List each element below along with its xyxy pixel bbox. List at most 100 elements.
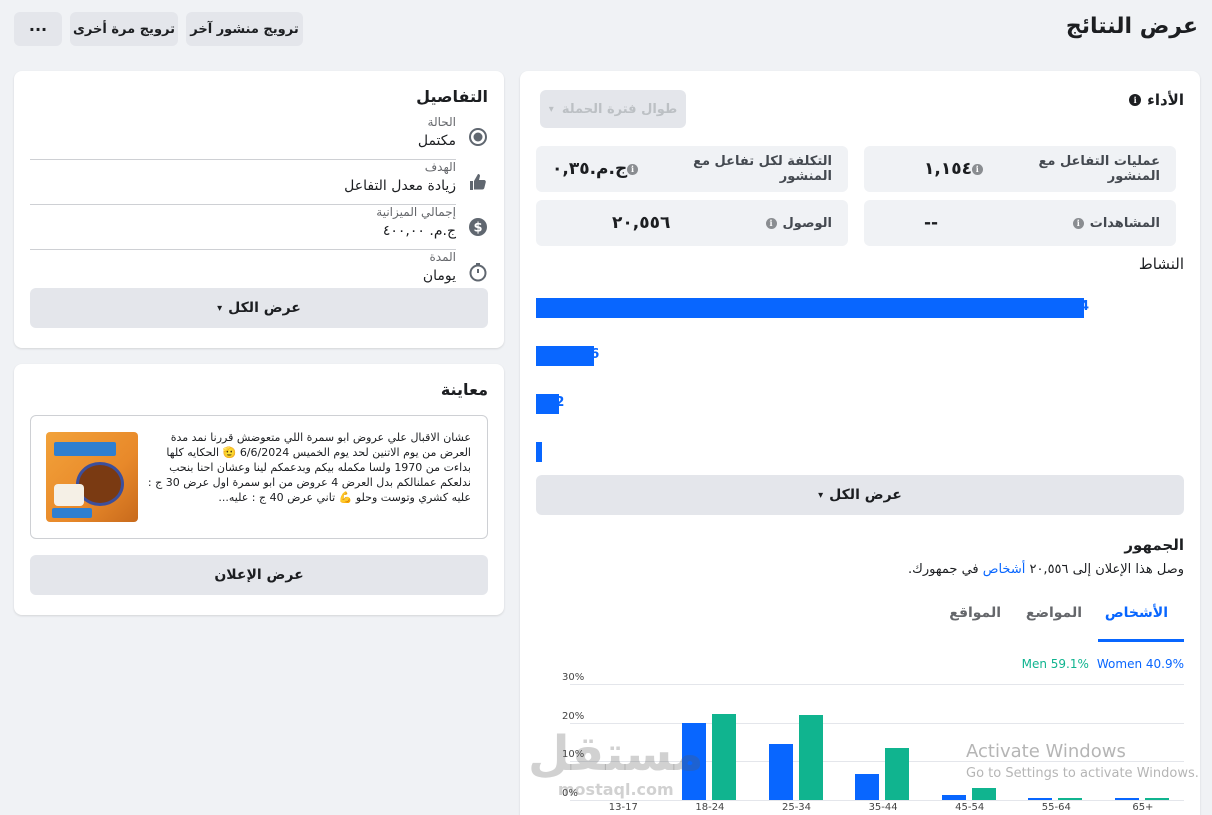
boost-another-post-button[interactable]: ترويج منشور آخر bbox=[186, 12, 303, 46]
svg-text:$: $ bbox=[473, 221, 482, 236]
info-icon[interactable]: i bbox=[627, 163, 638, 175]
detail-value: ج.م. ٤٠٠,٠٠ bbox=[382, 223, 456, 239]
bar-women-65+ bbox=[1114, 798, 1139, 800]
activity-bar bbox=[536, 298, 1084, 318]
gender-legend: Men 59.1% Women 40.9% bbox=[1022, 657, 1184, 671]
timer-icon bbox=[468, 262, 488, 282]
bar-men-65+ bbox=[1144, 798, 1169, 800]
age-gender-chart: 30% 20% 10% 0% 13-17 18-24 25-34 35-44 45-54 55-6… bbox=[562, 672, 1184, 813]
x-tick-label: 25-34 bbox=[781, 802, 812, 813]
metric-label: الوصول bbox=[782, 215, 832, 231]
chevron-down-icon: ▾ bbox=[548, 103, 554, 115]
detail-label: الهدف bbox=[424, 160, 456, 174]
tab-locations[interactable]: المواقع bbox=[949, 605, 1001, 621]
more-options-button[interactable]: ··· bbox=[14, 12, 62, 46]
info-icon[interactable]: i bbox=[971, 163, 983, 175]
bar-men-25-34 bbox=[798, 714, 823, 800]
info-icon[interactable]: i bbox=[765, 217, 777, 229]
metric-reach: الوصول i ٢٠,٥٥٦ bbox=[536, 200, 848, 246]
bar-men-35-44 bbox=[885, 747, 910, 800]
metric-label: عمليات التفاعل مع المنشور bbox=[1038, 154, 1160, 184]
details-title: التفاصيل bbox=[416, 87, 488, 106]
gridline bbox=[570, 722, 1184, 724]
activity-bar-label: 6 bbox=[590, 347, 600, 362]
detail-value: مكتمل bbox=[417, 133, 456, 149]
people-link[interactable]: أشخاص bbox=[983, 562, 1026, 577]
info-icon[interactable]: i bbox=[1072, 217, 1084, 229]
page-title: عرض النتائج bbox=[1065, 14, 1198, 39]
tab-people[interactable]: الأشخاص bbox=[1105, 605, 1168, 621]
metric-value: ج.م.٠,٣٥ bbox=[552, 159, 628, 179]
post-preview[interactable]: عشان الاقبال علي عروض ابو سمرة اللي متعو… bbox=[30, 415, 488, 539]
dollar-icon: $ bbox=[468, 217, 488, 237]
activity-bar bbox=[536, 346, 595, 366]
preview-title: معاينة bbox=[440, 380, 488, 399]
activity-bar-label: 2 bbox=[555, 395, 565, 410]
x-tick-label: 65+ bbox=[1132, 802, 1154, 813]
metric-value: ١,١٥٤ bbox=[924, 159, 972, 179]
details-card: التفاصيل الحالة مكتمل الهدف زيادة معدل ا… bbox=[14, 71, 504, 348]
detail-status: الحالة مكتمل bbox=[30, 115, 488, 160]
detail-value: زيادة معدل التفاعل bbox=[344, 178, 456, 194]
status-icon bbox=[468, 127, 488, 147]
post-text: عشان الاقبال علي عروض ابو سمرة اللي متعو… bbox=[147, 431, 471, 504]
view-ad-button[interactable]: عرض الإعلان bbox=[30, 555, 488, 595]
bar-women-35-44 bbox=[855, 773, 880, 800]
activity-title: النشاط bbox=[1138, 255, 1184, 273]
preview-card: معاينة عشان الاقبال علي عروض ابو سمرة ال… bbox=[14, 364, 504, 615]
view-all-label: عرض الكل bbox=[829, 487, 902, 503]
x-tick-label: 45-54 bbox=[955, 802, 985, 813]
gridline bbox=[570, 800, 1184, 801]
metric-value: -- bbox=[924, 213, 939, 233]
x-tick-label: 13-17 bbox=[608, 802, 638, 813]
detail-label: المدة bbox=[429, 250, 456, 264]
audience-description: وصل هذا الإعلان إلى ٢٠,٥٥٦ أشخاص في جمهو… bbox=[908, 562, 1184, 577]
metric-cost-per-engagement: التكلفة لكل تفاعل مع المنشور i ج.م.٠,٣٥ bbox=[536, 146, 848, 192]
date-range-dropdown[interactable]: طوال فترة الحملة ▾ bbox=[540, 90, 686, 128]
audience-title: الجمهور bbox=[1124, 536, 1184, 554]
chevron-down-icon: ▾ bbox=[217, 302, 223, 314]
view-all-label: عرض الكل bbox=[228, 300, 301, 316]
metric-value: ٢٠,٥٥٦ bbox=[612, 213, 671, 233]
date-range-label: طوال فترة الحملة bbox=[561, 101, 678, 117]
detail-value: يومان bbox=[422, 268, 456, 284]
metric-label: المشاهدات bbox=[1089, 215, 1160, 231]
x-tick-label: 35-44 bbox=[868, 802, 898, 813]
performance-view-all-button[interactable]: عرض الكل ▾ bbox=[536, 475, 1184, 515]
bar-men-18-24 bbox=[711, 713, 736, 800]
bar-women-25-34 bbox=[768, 743, 793, 800]
metric-label: التكلفة لكل تفاعل مع المنشور bbox=[693, 154, 832, 184]
bar-men-45-54 bbox=[971, 787, 996, 800]
info-icon[interactable]: i bbox=[1129, 94, 1142, 106]
thumbs-up-icon bbox=[468, 172, 488, 192]
chevron-down-icon: ▾ bbox=[818, 489, 824, 501]
gridline bbox=[570, 761, 1184, 763]
x-tick-label: 18-24 bbox=[695, 802, 725, 813]
detail-label: الحالة bbox=[427, 115, 456, 129]
metric-engagements: عمليات التفاعل مع المنشور i ١,١٥٤ bbox=[864, 146, 1176, 192]
activity-chart: 4 6 2 bbox=[536, 295, 1184, 465]
tab-placements[interactable]: المواضع bbox=[1026, 605, 1082, 621]
gridline bbox=[570, 684, 1184, 685]
detail-goal: الهدف زيادة معدل التفاعل bbox=[30, 160, 488, 205]
performance-header: الأداء i bbox=[1129, 91, 1184, 109]
y-tick-label: 30% bbox=[562, 672, 585, 683]
performance-card: الأداء i طوال فترة الحملة ▾ عمليات التفا… bbox=[520, 71, 1200, 815]
legend-men: Men 59.1% bbox=[1021, 657, 1089, 671]
metric-views: المشاهدات i -- bbox=[864, 200, 1176, 246]
post-image bbox=[46, 432, 138, 522]
bar-women-18-24 bbox=[681, 722, 706, 800]
y-tick-label: 10% bbox=[562, 749, 585, 761]
bar-women-55-64 bbox=[1028, 798, 1053, 800]
bar-women-45-54 bbox=[941, 794, 966, 800]
activity-bar-label: 4 bbox=[1080, 299, 1090, 314]
y-tick-label: 20% bbox=[562, 710, 585, 722]
details-view-all-button[interactable]: عرض الكل ▾ bbox=[30, 288, 488, 328]
x-tick-label: 55-64 bbox=[1041, 802, 1071, 813]
y-tick-label: 0% bbox=[562, 788, 578, 799]
boost-again-button[interactable]: ترويج مرة أخرى bbox=[70, 12, 178, 46]
legend-women: Women 40.9% bbox=[1096, 657, 1184, 671]
detail-budget: $ إجمالي الميزانية ج.م. ٤٠٠,٠٠ bbox=[30, 205, 488, 250]
tab-active-underline bbox=[1098, 639, 1184, 642]
detail-label: إجمالي الميزانية bbox=[376, 205, 456, 219]
